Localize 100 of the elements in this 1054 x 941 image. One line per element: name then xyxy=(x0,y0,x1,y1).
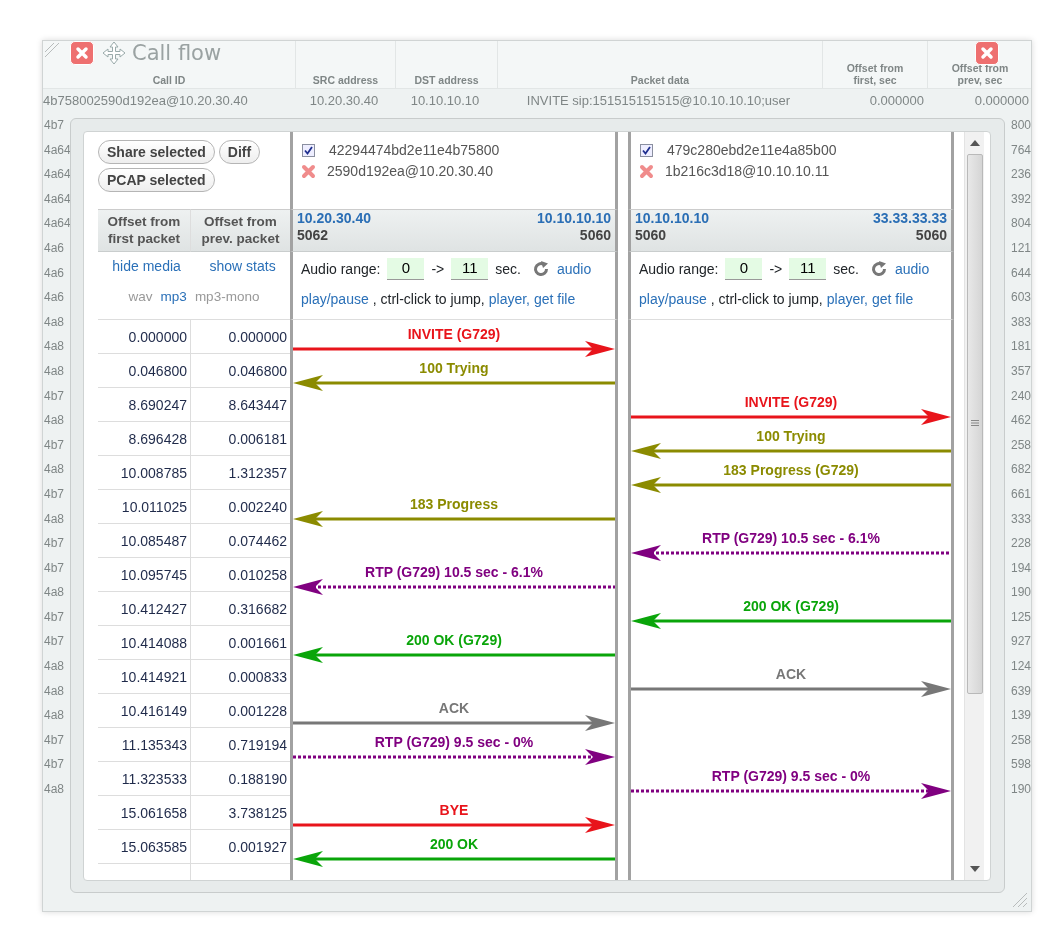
table-cell-text: 4b7 xyxy=(44,485,65,503)
ip-address: 10.20.30.40 xyxy=(297,210,371,227)
offset-cell: 0.316682 xyxy=(191,592,290,626)
message-label: 200 OK (G729) xyxy=(405,631,503,648)
toolbar-button[interactable]: PCAP selected xyxy=(98,168,215,192)
table-cell-text: 190 xyxy=(1010,781,1031,799)
refresh-icon[interactable] xyxy=(869,260,888,278)
close-icon xyxy=(979,45,995,61)
range-start-field[interactable]: 0 xyxy=(725,258,763,280)
message-label: ACK xyxy=(774,665,808,682)
table-cell-text: 4b7 xyxy=(44,387,65,405)
offset-cell: 3.738125 xyxy=(191,796,290,830)
player-link[interactable]: get file xyxy=(872,289,914,310)
message-label: RTP (G729) 10.5 sec - 6.1% xyxy=(364,563,544,580)
table-cell-text: 603 xyxy=(1010,289,1031,307)
table-cell-text: 4a64 xyxy=(44,141,71,159)
message-label: RTP (G729) 9.5 sec - 0% xyxy=(710,767,872,784)
table-cell-text: 4a8 xyxy=(44,338,65,356)
port-number: 5060 xyxy=(579,227,611,244)
message-label: 200 OK (G729) xyxy=(742,597,840,614)
scroll-down-icon[interactable] xyxy=(970,866,980,872)
port-number: 5060 xyxy=(915,227,947,244)
range-arrow: -> xyxy=(431,259,445,279)
remove-icon[interactable] xyxy=(301,164,316,179)
table-cell-text: 4a8 xyxy=(44,781,65,799)
call-host: 1b216c3d18@10.10.10.11 xyxy=(665,162,830,181)
range-end-field[interactable]: 11 xyxy=(789,258,827,280)
move-icon[interactable] xyxy=(102,41,126,65)
resize-grip-icon[interactable] xyxy=(44,42,60,58)
offset-cell: 0.001927 xyxy=(191,830,290,864)
table-cell-text: 4b7 xyxy=(44,633,65,651)
message-label: ACK xyxy=(437,699,471,716)
table-cell-text: 121 xyxy=(1010,239,1031,257)
message-label: RTP (G729) 9.5 sec - 0% xyxy=(373,733,535,750)
offset-cell: 10.008785 xyxy=(98,456,191,490)
table-cell-text: 124 xyxy=(1010,658,1031,676)
column-header[interactable]: SRC address xyxy=(310,74,381,86)
link[interactable]: show stats xyxy=(209,256,276,277)
scrollbar-thumb[interactable] xyxy=(967,154,983,694)
scrollbar[interactable] xyxy=(964,132,984,880)
player-link[interactable]: player, xyxy=(826,289,868,310)
range-start-field[interactable]: 0 xyxy=(387,258,425,280)
range-label: Audio range: xyxy=(639,259,719,279)
table-cell-text: 4a6 xyxy=(44,239,65,257)
toolbar-button[interactable]: Share selected xyxy=(98,140,215,164)
offset-cell: 11.323533 xyxy=(98,762,191,796)
audio-link[interactable]: audio xyxy=(894,258,930,280)
player-link[interactable]: get file xyxy=(534,289,576,310)
checkbox[interactable] xyxy=(302,144,315,157)
table-cell-text: 4b7 xyxy=(44,608,65,626)
format-link[interactable]: wav xyxy=(128,287,153,308)
player-link[interactable]: player, xyxy=(488,289,530,310)
offset-cell: 15.063585 xyxy=(98,830,191,864)
resize-grip-icon[interactable] xyxy=(1012,892,1028,908)
column-header[interactable]: Call ID xyxy=(134,74,204,86)
offset-cell: 10.416149 xyxy=(98,694,191,728)
range-end-field[interactable]: 11 xyxy=(451,258,489,280)
offset-cell: 0.074462 xyxy=(191,524,290,558)
table-cell: 10.10.10.10 xyxy=(410,93,480,108)
link[interactable]: hide media xyxy=(112,256,181,277)
table-cell-text: 4a8 xyxy=(44,362,65,380)
scroll-up-icon[interactable] xyxy=(970,140,980,146)
checkbox[interactable] xyxy=(640,144,653,157)
player-link[interactable]: play/pause xyxy=(301,289,369,310)
table-cell-text: 4b7 xyxy=(44,436,65,454)
table-cell-text: 682 xyxy=(1010,461,1031,479)
table-cell-text: 4a8 xyxy=(44,584,65,602)
call-id: 42294474bd2e11e4b75800 xyxy=(329,141,500,160)
format-link[interactable]: mp3 xyxy=(160,287,187,308)
table-cell-text: 639 xyxy=(1010,682,1031,700)
offset-cell: 11.135343 xyxy=(98,728,191,762)
column-header[interactable]: DST address xyxy=(411,74,482,86)
format-link[interactable]: mp3-mono xyxy=(194,287,260,308)
audio-link[interactable]: audio xyxy=(556,258,592,280)
table-cell-text: 800 xyxy=(1010,117,1031,134)
table-cell-text: 927 xyxy=(1010,633,1031,651)
table-cell-text: 4a8 xyxy=(44,313,65,331)
table-cell-text: 4a8 xyxy=(44,510,65,528)
table-cell-text: 4b7 xyxy=(44,731,65,749)
table-cell-text: 4a8 xyxy=(44,658,65,676)
unit-label: sec. xyxy=(495,259,521,279)
table-cell-text: 392 xyxy=(1010,190,1031,208)
close-button[interactable] xyxy=(70,41,94,65)
ip-address: 10.10.10.10 xyxy=(537,210,611,227)
toolbar-button[interactable]: Diff xyxy=(218,140,261,164)
table-cell-text: 4a8 xyxy=(44,461,65,479)
column-header[interactable]: Packet data xyxy=(625,74,695,86)
refresh-icon[interactable] xyxy=(531,260,550,278)
packet-data-cell: INVITE sip:151515151515@10.10.10.10;user xyxy=(526,93,791,108)
player-link[interactable]: play/pause xyxy=(639,289,707,310)
message-label: 200 OK xyxy=(428,835,480,852)
close-button[interactable] xyxy=(975,41,999,65)
table-cell-text: 240 xyxy=(1010,387,1031,405)
hint-text: , ctrl-click to jump, xyxy=(710,290,823,309)
remove-icon[interactable] xyxy=(639,164,654,179)
offset-cell: 0.000000 xyxy=(98,320,191,354)
offset-cell: 0.010258 xyxy=(191,558,290,592)
table-cell-text: 4b7 xyxy=(44,559,65,577)
table-cell-text: 764 xyxy=(1010,141,1031,159)
offset-cell: 10.095745 xyxy=(98,558,191,592)
